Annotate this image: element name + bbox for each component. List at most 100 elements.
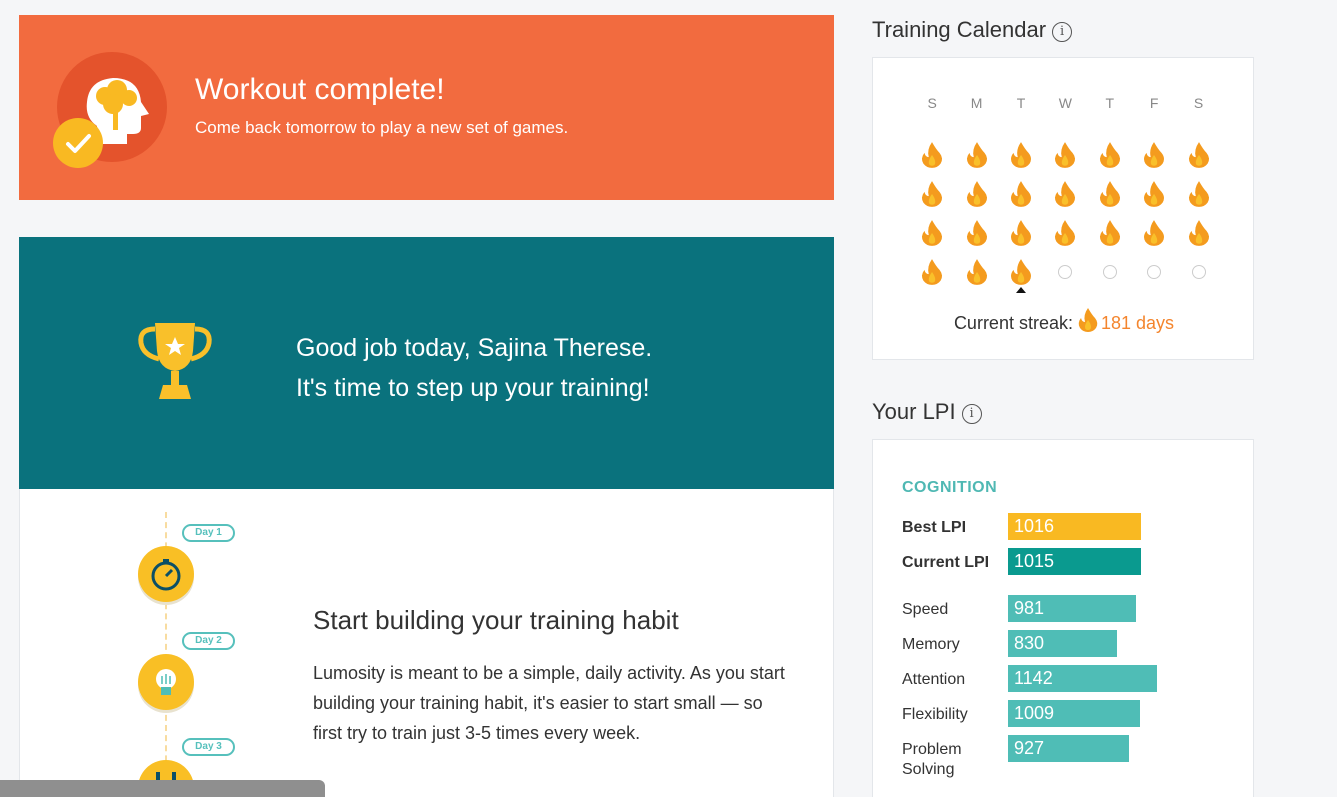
training-calendar-heading: Training Calendar i [872, 17, 1073, 43]
calendar-week-row [910, 174, 1221, 213]
streak-label: Current streak: [953, 313, 1073, 333]
lpi-label: Attention [902, 671, 966, 688]
today-marker [1015, 286, 1026, 293]
day-2-milestone: Day 2 [138, 632, 235, 714]
day-2-badge: Day 2 [182, 632, 235, 650]
lpi-area-row: Problem Solving 927 [902, 735, 1232, 778]
training-calendar-title: Training Calendar [872, 17, 1047, 42]
promo-headline: Good job today, Sajina Therese. It's tim… [296, 328, 652, 408]
calendar-day-flame-icon [1088, 141, 1132, 169]
promo-headline-line1: Good job today, Sajina Therese. [296, 334, 653, 362]
calendar-day-empty [1176, 264, 1220, 279]
calendar-day-today-flame-icon [999, 258, 1043, 293]
lpi-label: Flexibility [902, 706, 968, 723]
calendar-day-flame-icon [954, 141, 998, 169]
promo-headline-line2: It's time to step up your training! [296, 374, 650, 402]
training-promo-card: Good job today, Sajina Therese. It's tim… [19, 237, 834, 797]
calendar-day-flame-icon [1088, 180, 1132, 208]
calendar-day-flame-icon [999, 180, 1043, 208]
workout-complete-banner: Workout complete! Come back tomorrow to … [19, 15, 834, 200]
calendar-day-flame-icon [1132, 219, 1176, 247]
weekday-label: M [970, 95, 983, 111]
calendar-week-row [910, 213, 1221, 252]
habit-description: Lumosity is meant to be a simple, daily … [313, 663, 785, 743]
calendar-day-flame-icon [954, 180, 998, 208]
lpi-bar: 1142 [1008, 665, 1157, 692]
calendar-day-flame-icon [954, 219, 998, 247]
calendar-day-flame-icon [910, 219, 954, 247]
info-icon[interactable]: i [1052, 22, 1073, 42]
workout-title: Workout complete! [195, 73, 445, 106]
calendar-day-flame-icon [1176, 219, 1220, 247]
check-icon [53, 118, 103, 168]
lpi-area-row: Flexibility 1009 [902, 700, 1232, 727]
calendar-day-flame-icon [1088, 219, 1132, 247]
training-calendar-card: S M T W T F S Current streak: 181 days [872, 57, 1254, 360]
lpi-label: Memory [902, 636, 960, 653]
calendar-week-row [910, 135, 1221, 174]
empty-day-dot [1102, 264, 1117, 279]
weekday-label: W [1058, 95, 1072, 111]
calendar-day-flame-icon [954, 258, 998, 286]
empty-day-dot [1058, 264, 1073, 279]
lpi-label: Best LPI [902, 519, 967, 536]
bottom-overlay-bar [0, 780, 325, 797]
info-icon[interactable]: i [961, 404, 982, 424]
streak-value: 181 days [1100, 313, 1175, 333]
weekday-label: S [927, 95, 937, 111]
calendar-week-row [910, 252, 1221, 293]
lpi-bar: 830 [1008, 630, 1117, 657]
calendar-day-empty [1043, 264, 1087, 279]
calendar-day-flame-icon [1043, 141, 1087, 169]
calendar-day-flame-icon [910, 180, 954, 208]
day-1-badge: Day 1 [182, 524, 235, 542]
weekday-label: T [1105, 95, 1115, 111]
lpi-label: Problem Solving [902, 741, 962, 778]
lpi-bar: 1016 [1008, 513, 1141, 540]
calendar-day-empty [1088, 264, 1132, 279]
your-lpi-title: Your LPI [872, 399, 956, 424]
calendar-day-flame-icon [910, 141, 954, 169]
calendar-day-flame-icon [999, 219, 1043, 247]
lpi-bar: 1009 [1008, 700, 1140, 727]
day-3-badge: Day 3 [182, 738, 235, 756]
lpi-bar: 927 [1008, 735, 1129, 762]
lpi-card: COGNITION Best LPI 1016 Current LPI 1015 Spe… [872, 439, 1254, 797]
lpi-area-row: Attention 1142 [902, 665, 1232, 692]
best-lpi-row: Best LPI 1016 [902, 513, 1232, 540]
empty-day-dot [1147, 264, 1162, 279]
current-lpi-row: Current LPI 1015 [902, 548, 1232, 575]
calendar-day-flame-icon [1132, 141, 1176, 169]
lpi-label: Speed [902, 601, 949, 618]
lightbulb-icon [138, 654, 194, 710]
habit-title: Start building your training habit [313, 605, 679, 635]
calendar-day-flame-icon [1043, 180, 1087, 208]
calendar-day-flame-icon [999, 141, 1043, 169]
trophy-icon [137, 317, 213, 408]
weekday-label: S [1193, 95, 1204, 111]
lpi-area-row: Memory 830 [902, 630, 1232, 657]
current-streak: Current streak: 181 days [873, 307, 1255, 334]
flame-icon [1078, 308, 1098, 332]
lpi-area-row: Speed 981 [902, 595, 1232, 622]
calendar-day-empty [1132, 264, 1176, 279]
lpi-label: Current LPI [902, 554, 990, 571]
calendar-day-flame-icon [1132, 180, 1176, 208]
calendar-day-flame-icon [1043, 219, 1087, 247]
promo-header: Good job today, Sajina Therese. It's tim… [19, 237, 834, 489]
calendar-day-flame-icon [910, 258, 954, 286]
empty-day-dot [1191, 264, 1206, 279]
lpi-bar: 981 [1008, 595, 1136, 622]
weekday-label: F [1149, 95, 1159, 111]
your-lpi-heading: Your LPI i [872, 399, 982, 425]
calendar-day-flame-icon [1176, 180, 1220, 208]
stopwatch-icon [138, 546, 194, 602]
day-1-milestone: Day 1 [138, 524, 235, 606]
weekday-header-row: SMTWTFS [910, 95, 1221, 111]
lpi-bar: 1015 [1008, 548, 1141, 575]
workout-subtitle: Come back tomorrow to play a new set of … [195, 118, 569, 137]
calendar-day-flame-icon [1176, 141, 1220, 169]
lpi-category: COGNITION [902, 479, 998, 496]
calendar-grid: SMTWTFS [910, 95, 1221, 293]
weekday-label: T [1016, 95, 1026, 111]
